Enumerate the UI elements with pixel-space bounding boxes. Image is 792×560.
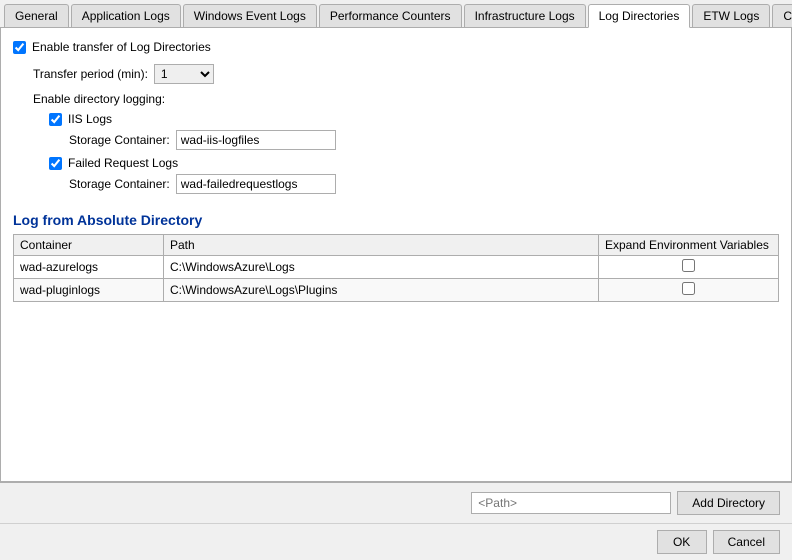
tab-infrastructure-logs[interactable]: Infrastructure Logs <box>464 4 586 27</box>
iis-storage-label: Storage Container: <box>69 133 170 147</box>
footer-row: OK Cancel <box>0 523 792 560</box>
cell-path: C:\WindowsAzure\Logs <box>164 256 599 279</box>
bottom-panel: Add Directory <box>0 482 792 523</box>
expand-checkbox-0[interactable] <box>682 259 695 272</box>
tab-crash-dumps[interactable]: Crash Dumps <box>772 4 792 27</box>
cell-container: wad-azurelogs <box>14 256 164 279</box>
cell-expand <box>599 279 779 302</box>
path-input[interactable] <box>471 492 671 514</box>
abs-dir-section: Log from Absolute Directory Container Pa… <box>13 212 779 302</box>
table-row: wad-pluginlogsC:\WindowsAzure\Logs\Plugi… <box>14 279 779 302</box>
enable-label: Enable transfer of Log Directories <box>32 40 211 54</box>
failed-request-section: Failed Request Logs Storage Container: <box>49 156 779 194</box>
tab-etw-logs[interactable]: ETW Logs <box>692 4 770 27</box>
failed-storage-row: Storage Container: <box>69 174 779 194</box>
iis-logs-checkbox[interactable] <box>49 113 62 126</box>
tab-application-logs[interactable]: Application Logs <box>71 4 181 27</box>
col-expand: Expand Environment Variables <box>599 235 779 256</box>
abs-dir-title: Log from Absolute Directory <box>13 212 779 228</box>
ok-button[interactable]: OK <box>657 530 707 554</box>
iis-logs-section: IIS Logs Storage Container: <box>49 112 779 150</box>
tab-bar: GeneralApplication LogsWindows Event Log… <box>0 0 792 28</box>
add-directory-button[interactable]: Add Directory <box>677 491 780 515</box>
failed-storage-label: Storage Container: <box>69 177 170 191</box>
dir-logging-label: Enable directory logging: <box>33 92 779 106</box>
transfer-select[interactable]: 125101530 <box>154 64 214 84</box>
cell-expand <box>599 256 779 279</box>
expand-checkbox-1[interactable] <box>682 282 695 295</box>
failed-request-label: Failed Request Logs <box>68 156 178 170</box>
cancel-button[interactable]: Cancel <box>713 530 780 554</box>
tab-general[interactable]: General <box>4 4 69 27</box>
tab-windows-event-logs[interactable]: Windows Event Logs <box>183 4 317 27</box>
tab-log-directories[interactable]: Log Directories <box>588 4 691 28</box>
cell-container: wad-pluginlogs <box>14 279 164 302</box>
content-area: Enable transfer of Log Directories Trans… <box>0 28 792 482</box>
iis-logs-label: IIS Logs <box>68 112 112 126</box>
failed-storage-input[interactable] <box>176 174 336 194</box>
failed-request-header: Failed Request Logs <box>49 156 779 170</box>
iis-storage-row: Storage Container: <box>69 130 779 150</box>
col-path: Path <box>164 235 599 256</box>
table-row: wad-azurelogsC:\WindowsAzure\Logs <box>14 256 779 279</box>
enable-checkbox[interactable] <box>13 41 26 54</box>
iis-storage-input[interactable] <box>176 130 336 150</box>
dir-table: Container Path Expand Environment Variab… <box>13 234 779 302</box>
transfer-row: Transfer period (min): 125101530 <box>33 64 779 84</box>
transfer-label: Transfer period (min): <box>33 67 148 81</box>
enable-row: Enable transfer of Log Directories <box>13 40 779 54</box>
failed-request-checkbox[interactable] <box>49 157 62 170</box>
cell-path: C:\WindowsAzure\Logs\Plugins <box>164 279 599 302</box>
iis-logs-header: IIS Logs <box>49 112 779 126</box>
col-container: Container <box>14 235 164 256</box>
tab-performance-counters[interactable]: Performance Counters <box>319 4 462 27</box>
